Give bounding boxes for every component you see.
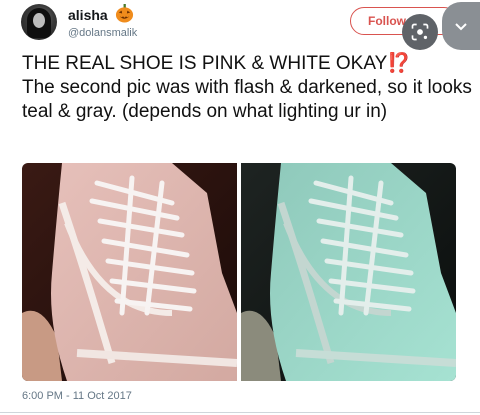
tweet-body: The second pic was with flash & darkened… bbox=[22, 77, 472, 122]
chevron-down-icon[interactable] bbox=[442, 2, 480, 50]
divider bbox=[0, 412, 480, 413]
avatar[interactable] bbox=[21, 4, 57, 40]
tweet-text: THE REAL SHOE IS PINK & WHITE OKAY⁉️ The… bbox=[22, 52, 474, 124]
photo-pink-white-shoe[interactable] bbox=[22, 163, 237, 381]
display-name[interactable]: alisha bbox=[68, 7, 108, 23]
tweet-card: alisha @dolansmalik Follow THE REAL SHOE… bbox=[0, 0, 480, 415]
tweet-headline: THE REAL SHOE IS PINK & WHITE OKAY bbox=[22, 53, 388, 74]
interrobang-icon: ⁉️ bbox=[387, 53, 411, 74]
photo-teal-gray-shoe[interactable] bbox=[241, 163, 456, 381]
follow-button-label: Follow bbox=[368, 14, 406, 28]
photo-grid[interactable] bbox=[22, 163, 456, 381]
lens-icon[interactable] bbox=[402, 14, 438, 50]
jack-o-lantern-icon bbox=[115, 4, 134, 23]
username-handle[interactable]: @dolansmalik bbox=[68, 27, 137, 39]
tweet-text-line1: THE REAL SHOE IS PINK & WHITE OKAY⁉️ bbox=[22, 52, 474, 76]
avatar-face bbox=[33, 13, 45, 28]
tweet-timestamp[interactable]: 6:00 PM - 11 Oct 2017 bbox=[22, 390, 132, 402]
